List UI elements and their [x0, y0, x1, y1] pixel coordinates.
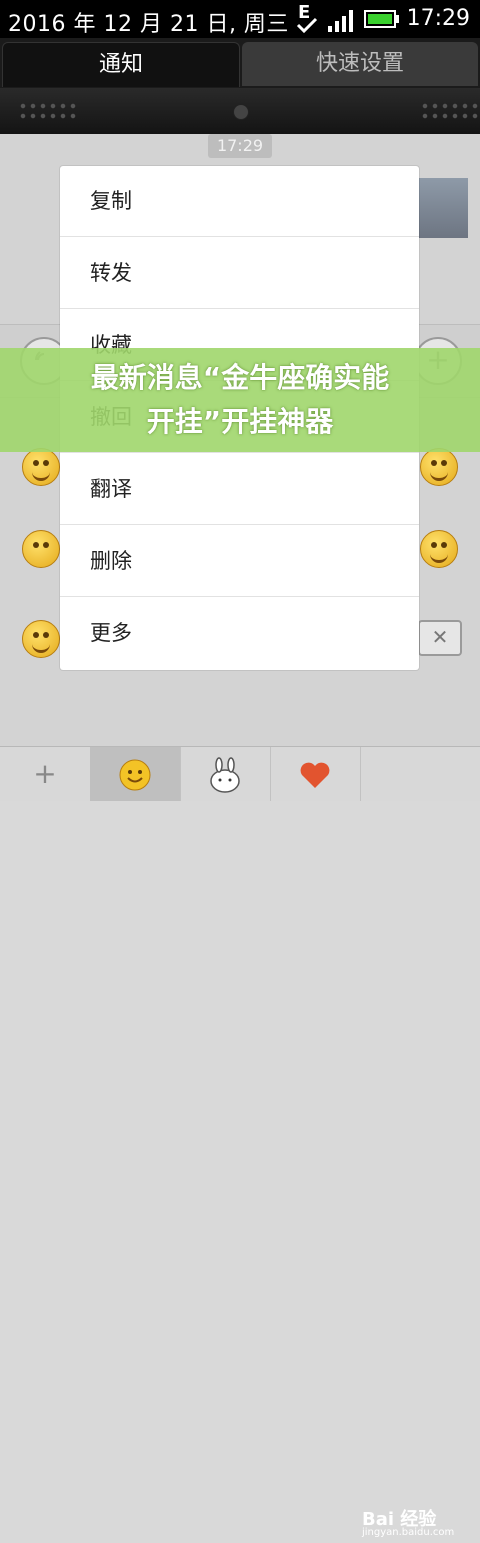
- notification-tabs: 通知 快速设置: [0, 38, 480, 88]
- menu-item-more[interactable]: 更多: [60, 598, 419, 669]
- rabbit-icon[interactable]: [180, 747, 271, 801]
- menu-item-delete[interactable]: 删除: [60, 526, 419, 597]
- plus-icon[interactable]: +: [0, 747, 91, 801]
- message-timestamp: 17:29: [208, 134, 272, 158]
- banner-line-1: 最新消息“金牛座确实能: [90, 361, 390, 394]
- drag-handle[interactable]: [0, 88, 480, 134]
- banner-line-2: 开挂”开挂神器: [146, 405, 334, 438]
- check-icon: [296, 17, 318, 34]
- signal-icon: [328, 10, 353, 32]
- headline-banner: 最新消息“金牛座确实能 开挂”开挂神器: [0, 348, 480, 452]
- baidu-watermark: Bai 经验 jingyan.baidu.com: [362, 1509, 455, 1538]
- backspace-icon[interactable]: ✕: [418, 620, 462, 656]
- handle-knob: [233, 104, 249, 120]
- status-bar: 2016 年 12 月 21 日, 周三 E 17:29: [0, 0, 480, 38]
- emoji-smile-icon[interactable]: [22, 448, 60, 486]
- menu-item-translate[interactable]: 翻译: [60, 454, 419, 525]
- status-date: 2016 年 12 月 21 日, 周三: [8, 12, 289, 37]
- battery-icon: [364, 10, 399, 28]
- grip-dots-left: [18, 101, 78, 121]
- menu-item-forward[interactable]: 转发: [60, 238, 419, 309]
- status-time: 17:29: [406, 6, 470, 31]
- tab-quick-settings[interactable]: 快速设置: [242, 42, 478, 86]
- menu-item-copy[interactable]: 复制: [60, 166, 419, 237]
- emoji-tab-bar: + Bai 经验 jingyan.baidu.com: [0, 746, 480, 1538]
- heart-icon[interactable]: [270, 747, 361, 801]
- emoji-grin-icon[interactable]: [420, 530, 458, 568]
- emoji-mute-icon[interactable]: [22, 530, 60, 568]
- emoji-wink-icon[interactable]: [420, 448, 458, 486]
- tab-notifications[interactable]: 通知: [2, 42, 240, 87]
- emoji-icon[interactable]: [90, 747, 181, 801]
- emoji-grimace-icon[interactable]: [22, 620, 60, 658]
- image-thumbnail[interactable]: [414, 178, 468, 238]
- grip-dots-right: [420, 101, 480, 121]
